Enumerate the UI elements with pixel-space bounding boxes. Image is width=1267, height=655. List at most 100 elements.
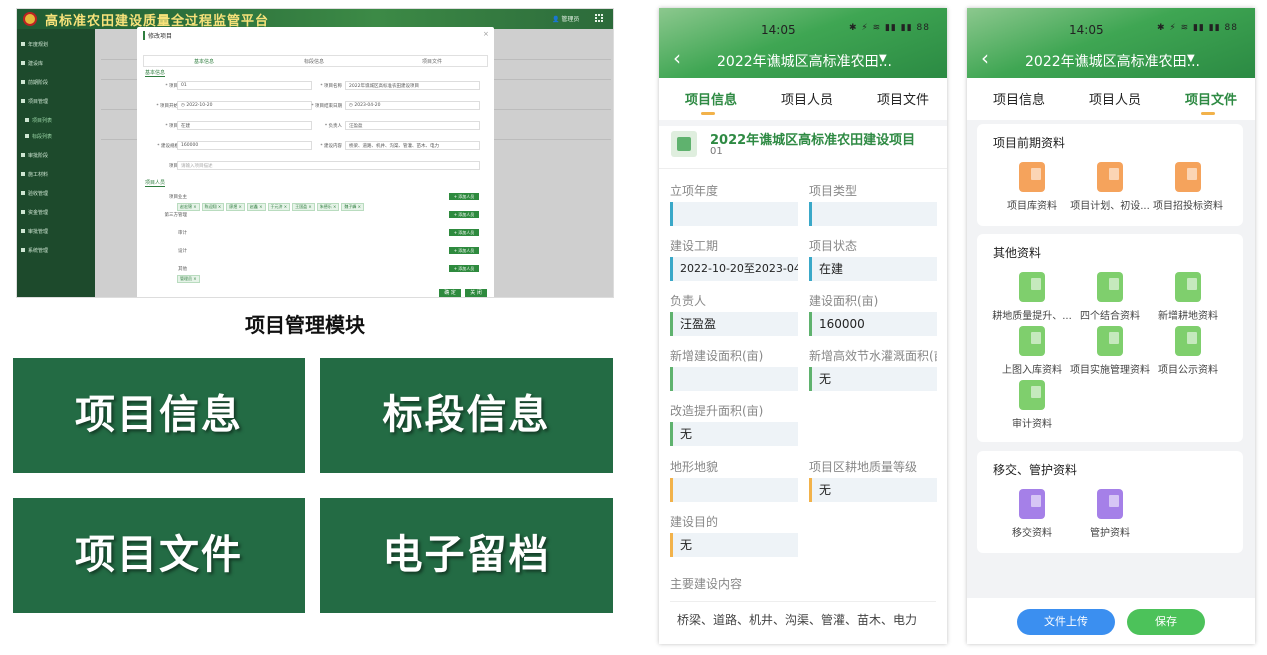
file-category[interactable]: 项目实施管理资料 [1067, 361, 1153, 376]
remark-input[interactable]: 请输入项目描述 [177, 161, 480, 170]
file-category[interactable]: 管护资料 [1067, 524, 1153, 539]
file-category[interactable]: 审计资料 [989, 415, 1075, 430]
section-people-title: 项目人员 [145, 180, 166, 187]
project-name-input[interactable]: 2022年谯城区高标准农田建设项目 [345, 81, 480, 90]
tab-section-info[interactable]: 标段信息 [304, 58, 324, 65]
sidebar-item[interactable]: 验收管理 [21, 190, 48, 197]
back-arrow-icon[interactable]: ‹ [673, 48, 681, 68]
file-category[interactable]: 项目招投标资料 [1145, 197, 1231, 212]
sidebar-subitem[interactable]: 标段列表 [25, 133, 52, 140]
module-box-project-files: 项目文件 [13, 498, 305, 613]
purple-folder-icon[interactable] [1019, 489, 1045, 519]
phone-tabs: 项目信息 项目人员 项目文件 [967, 78, 1255, 120]
owner-input[interactable]: 汪盈盈 [345, 121, 480, 130]
field-label: 项目区耕地质量等级 [809, 460, 918, 474]
tab-project-people[interactable]: 项目人员 [781, 89, 833, 108]
file-section-card: 其他资料 耕地质量提升、... 四个结合资料 新增耕地资料 上图入库资料 项目实… [977, 234, 1243, 442]
sidebar-item[interactable]: 系统管理 [21, 247, 48, 254]
confirm-button[interactable]: 确 定 [439, 289, 461, 297]
orange-folder-icon[interactable] [1097, 162, 1123, 192]
tab-basic-info[interactable]: 基本信息 [194, 58, 214, 65]
green-folder-icon[interactable] [1097, 326, 1123, 356]
people-row-label: 第三方管理 [164, 213, 188, 218]
orange-folder-icon[interactable] [1175, 162, 1201, 192]
nav-title[interactable]: 2022年谯城区高标准农田... [717, 51, 892, 71]
sidebar-item[interactable]: 年度规划 [21, 41, 48, 48]
end-date-input[interactable]: ◷ 2023-04-20 [345, 101, 480, 110]
person-tag[interactable]: 于元济 × [267, 203, 291, 211]
file-category[interactable]: 移交资料 [989, 524, 1075, 539]
sidebar-item[interactable]: 审批管理 [21, 228, 48, 235]
field-label: 项目类型 [809, 184, 858, 198]
phone-project-info: 14:05 ✱ ⚡ ≋ ▮▮ ▮▮ 88 ‹ 2022年谯城区高标准农田... … [659, 8, 947, 644]
green-folder-icon[interactable] [1097, 272, 1123, 302]
module-caption: 项目管理模块 [245, 313, 365, 337]
sidebar-subitem[interactable]: 项目列表 [25, 117, 52, 124]
sidebar: 年度规划 建设库 前期阶段 项目管理 项目列表 标段列表 审批阶段 施工材料 验… [17, 29, 95, 297]
close-icon[interactable]: × [483, 30, 489, 38]
field-label: 建设工期 [670, 239, 719, 253]
apps-grid-icon[interactable] [595, 14, 603, 22]
green-folder-icon[interactable] [1019, 326, 1045, 356]
sidebar-item[interactable]: 施工材料 [21, 171, 48, 178]
person-tag[interactable]: 朱德乐 × [316, 203, 340, 211]
green-folder-icon[interactable] [1175, 326, 1201, 356]
person-tag[interactable]: 廖煜 × [226, 203, 245, 211]
sidebar-item[interactable]: 前期阶段 [21, 79, 48, 86]
nav-title[interactable]: 2022年谯城区高标准农田... [1025, 51, 1200, 71]
tab-project-info[interactable]: 项目信息 [993, 89, 1045, 108]
add-person-button[interactable]: + 添加人员 [449, 247, 479, 254]
file-category[interactable]: 四个结合资料 [1067, 307, 1153, 322]
sidebar-item[interactable]: 审批阶段 [21, 152, 48, 159]
add-person-button[interactable]: + 添加人员 [449, 193, 479, 200]
sidebar-item[interactable]: 项目管理 [21, 98, 48, 105]
add-person-button[interactable]: + 添加人员 [449, 229, 479, 236]
sidebar-item[interactable]: 资金管理 [21, 209, 48, 216]
file-category[interactable]: 耕地质量提升、... [989, 307, 1075, 322]
field-value: 无 [670, 422, 798, 446]
field-value: 汪盈盈 [670, 312, 798, 336]
field-value: 无 [809, 478, 937, 502]
file-category[interactable]: 项目计划、初设... [1067, 197, 1153, 212]
tab-project-people[interactable]: 项目人员 [1089, 89, 1141, 108]
field-value: 160000 [809, 312, 937, 336]
sidebar-item[interactable]: 建设库 [21, 60, 43, 67]
file-category[interactable]: 新增耕地资料 [1145, 307, 1231, 322]
add-person-button[interactable]: + 添加人员 [449, 265, 479, 272]
file-category[interactable]: 项目公示资料 [1145, 361, 1231, 376]
dropdown-caret-icon[interactable]: ▼ [1187, 53, 1195, 64]
person-tag[interactable]: 赵鑫 × [246, 203, 266, 211]
back-arrow-icon[interactable]: ‹ [981, 48, 989, 68]
file-section-card: 项目前期资料 项目库资料 项目计划、初设... 项目招投标资料 [977, 124, 1243, 226]
person-tag[interactable]: 魏子峰 × [341, 203, 364, 211]
add-person-button[interactable]: + 添加人员 [449, 211, 479, 218]
person-tag[interactable]: 赵宏锦 × [177, 203, 200, 211]
field-label: 地形地貌 [670, 460, 719, 474]
file-category[interactable]: 上图入库资料 [989, 361, 1075, 376]
green-folder-icon[interactable] [1175, 272, 1201, 302]
field-value [670, 202, 798, 226]
content-input[interactable]: 桥梁、道路、机井、沟渠、管灌、苗木、电力 [345, 141, 480, 150]
edit-project-modal: 修改项目 × 基本信息 标段信息 项目文件 基本信息 * 项目编号 01 * 项… [137, 27, 494, 297]
module-box-e-archive: 电子留档 [320, 498, 613, 613]
green-folder-icon[interactable] [1019, 380, 1045, 410]
person-tag[interactable]: 管理员 × [177, 275, 200, 283]
orange-folder-icon[interactable] [1019, 162, 1045, 192]
purple-folder-icon[interactable] [1097, 489, 1123, 519]
person-tag[interactable]: 陈迎翔 × [201, 203, 225, 211]
green-folder-icon[interactable] [1019, 272, 1045, 302]
tab-project-files[interactable]: 项目文件 [422, 58, 442, 65]
close-button[interactable]: 关 闭 [465, 289, 487, 297]
tab-project-files[interactable]: 项目文件 [1185, 89, 1237, 108]
person-tag[interactable]: 王国盈 × [292, 203, 315, 211]
tab-project-info[interactable]: 项目信息 [685, 89, 737, 108]
file-category[interactable]: 项目库资料 [989, 197, 1075, 212]
user-menu[interactable]: 👤 管理员 [552, 14, 579, 23]
upload-file-button[interactable]: 文件上传 [1017, 609, 1115, 635]
tab-project-files[interactable]: 项目文件 [877, 89, 929, 108]
save-button[interactable]: 保存 [1127, 609, 1205, 635]
field-label: 改造提升面积(亩) [670, 404, 764, 418]
status-icons: ✱ ⚡ ≋ ▮▮ ▮▮ 88 [849, 23, 930, 33]
dropdown-caret-icon[interactable]: ▼ [879, 53, 887, 64]
phone-header: 14:05 ✱ ⚡ ≋ ▮▮ ▮▮ 88 ‹ 2022年谯城区高标准农田... … [659, 8, 947, 78]
